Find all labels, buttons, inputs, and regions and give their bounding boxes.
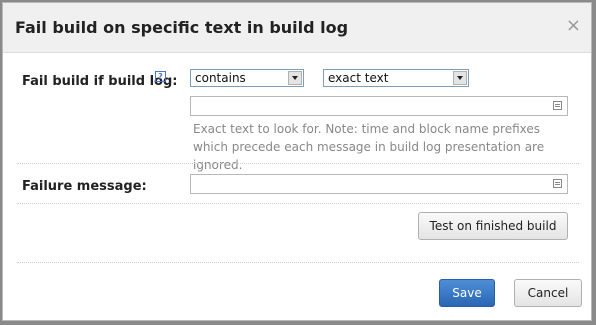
pattern-input[interactable]: [190, 96, 568, 116]
failure-message-input[interactable]: [190, 174, 568, 194]
failure-message-label: Failure message:: [22, 179, 147, 194]
expand-field-icon[interactable]: [553, 101, 562, 110]
pattern-help-note: Exact text to look for. Note: time and b…: [193, 122, 545, 172]
condition-select[interactable]: contains: [190, 69, 304, 87]
test-on-finished-build-button[interactable]: Test on finished build: [418, 212, 568, 240]
close-icon[interactable]: ×: [566, 16, 581, 36]
chevron-down-icon[interactable]: [288, 71, 302, 85]
section-divider: [17, 203, 579, 204]
save-button[interactable]: Save: [439, 279, 495, 307]
condition-select-value: contains: [195, 71, 246, 85]
match-type-select[interactable]: exact text: [323, 69, 469, 87]
dialog-title-bar: Fail build on specific text in build log…: [3, 3, 591, 53]
match-type-select-value: exact text: [328, 71, 389, 85]
expand-field-icon[interactable]: [553, 179, 562, 188]
help-icon[interactable]: ?: [155, 71, 166, 82]
cancel-button[interactable]: Cancel: [514, 279, 582, 307]
section-divider: [17, 262, 579, 263]
dialog-title: Fail build on specific text in build log: [15, 18, 349, 37]
section-divider: [17, 163, 579, 164]
fail-build-dialog: Fail build on specific text in build log…: [2, 2, 592, 321]
chevron-down-icon[interactable]: [453, 71, 467, 85]
